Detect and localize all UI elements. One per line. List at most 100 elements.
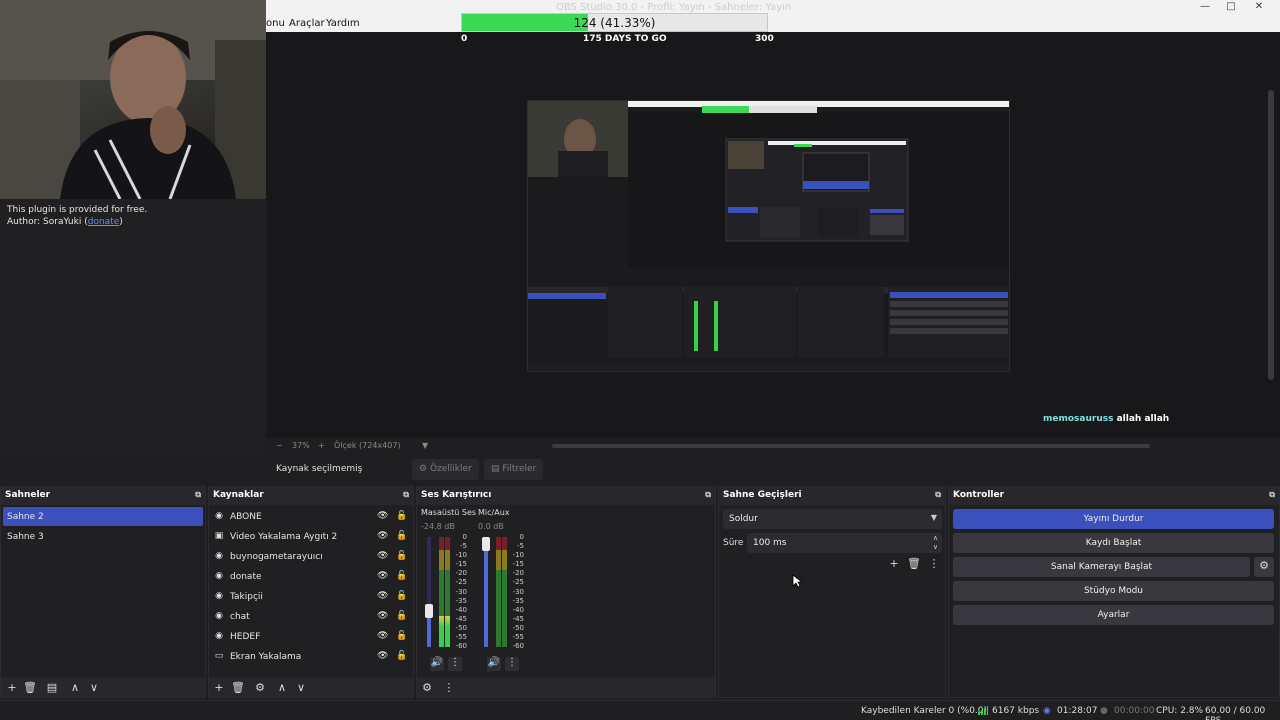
lock-icon[interactable]: 🔓: [396, 531, 407, 541]
undock-icon[interactable]: ⧉: [935, 490, 941, 500]
volume-fader[interactable]: [484, 537, 488, 647]
undock-icon[interactable]: ⧉: [1269, 490, 1275, 500]
donate-link[interactable]: donate: [88, 217, 120, 227]
visibility-eye-icon[interactable]: 👁: [377, 571, 388, 581]
visibility-eye-icon[interactable]: 👁: [377, 611, 388, 621]
source-item[interactable]: ◉ Takipçii 👁 🔓: [209, 587, 415, 607]
scene-item-sahne-3[interactable]: Sahne 3: [3, 527, 203, 546]
source-name: Video Yakalama Aygıtı 2: [230, 532, 338, 542]
lock-icon[interactable]: 🔓: [396, 551, 407, 561]
stop-stream-button[interactable]: Yayını Durdur: [953, 509, 1274, 529]
plugin-info-panel: This plugin is provided for free. Author…: [0, 199, 266, 459]
start-virtual-camera-button[interactable]: Sanal Kamerayı Başlat: [953, 557, 1250, 577]
meter-scale-tick: -55: [512, 633, 524, 642]
maximize-button[interactable]: □: [1224, 1, 1238, 12]
undock-icon[interactable]: ⧉: [195, 490, 201, 500]
meter-scale-tick: -20: [455, 569, 467, 578]
undock-icon[interactable]: ⧉: [705, 490, 711, 500]
move-up-icon[interactable]: ∧: [68, 681, 82, 694]
volume-fader[interactable]: [427, 537, 431, 647]
transition-select[interactable]: Soldur ▼: [723, 509, 942, 529]
advanced-audio-icon[interactable]: ⚙: [420, 681, 434, 694]
spin-up-icon[interactable]: ∧: [933, 534, 938, 542]
meter-scale-tick: -25: [512, 578, 524, 587]
lock-icon[interactable]: 🔓: [396, 511, 407, 521]
remove-transition-icon[interactable]: 🗑: [907, 557, 921, 570]
volume-fader-knob[interactable]: [482, 537, 490, 551]
meter-scale-tick: -45: [512, 614, 524, 623]
source-toolbar: Kaynak seçilmemiş ⚙ Özellikler ▤ Filtrel…: [266, 456, 1280, 482]
filters-button[interactable]: ▤ Filtreler: [484, 459, 544, 480]
source-name: chat: [230, 612, 250, 622]
mute-speaker-icon[interactable]: 🔊: [430, 657, 444, 671]
webcam-feed: [0, 0, 266, 199]
volume-fader-knob[interactable]: [425, 604, 433, 619]
scene-filters-icon[interactable]: ▤: [45, 681, 59, 694]
visibility-eye-icon[interactable]: 👁: [377, 591, 388, 601]
plugin-free-text: This plugin is provided for free.: [7, 205, 148, 215]
channel-menu-icon[interactable]: ⋮: [505, 657, 519, 671]
close-button[interactable]: ✕: [1252, 1, 1266, 12]
duration-input[interactable]: 100 ms ∧ ∨: [747, 533, 942, 553]
undock-icon[interactable]: ⧉: [403, 490, 409, 500]
lock-icon[interactable]: 🔓: [396, 651, 407, 661]
goal-progress-bar: 124 (41.33%): [461, 13, 768, 32]
lock-icon[interactable]: 🔓: [396, 591, 407, 601]
add-scene-icon[interactable]: +: [5, 681, 19, 694]
scene-item-sahne-2[interactable]: Sahne 2: [3, 507, 203, 526]
source-item[interactable]: ◉ chat 👁 🔓: [209, 607, 415, 627]
visibility-eye-icon[interactable]: 👁: [377, 631, 388, 641]
studio-mode-button[interactable]: Stüdyo Modu: [953, 581, 1274, 601]
minimize-button[interactable]: —: [1198, 1, 1212, 12]
lock-icon[interactable]: 🔓: [396, 631, 407, 641]
menu-item-view[interactable]: onu: [266, 18, 285, 29]
cpu-usage: CPU: 2.8%: [1156, 706, 1204, 716]
zoom-in-button[interactable]: +: [318, 441, 325, 450]
source-item[interactable]: ▭ Ekran Yakalama 👁 🔓: [209, 647, 415, 667]
meter-scale: 0 -5 -10 -15 -20 -25 -30 -35 -40 -45 -50 -55 -60: [508, 533, 524, 651]
transition-menu-icon[interactable]: ⋮: [927, 557, 941, 570]
settings-button[interactable]: Ayarlar: [953, 605, 1274, 625]
menu-item-tools[interactable]: Araçlar: [289, 18, 325, 29]
visibility-eye-icon[interactable]: 👁: [377, 531, 388, 541]
source-item[interactable]: ▣ Video Yakalama Aygıtı 2 👁 🔓: [209, 527, 415, 547]
monitor-icon: ▭: [214, 651, 224, 661]
camera-icon: ▣: [214, 531, 224, 541]
source-item[interactable]: ◉ ABONE 👁 🔓: [209, 507, 415, 527]
zoom-out-button[interactable]: −: [276, 441, 283, 450]
lock-icon[interactable]: 🔓: [396, 571, 407, 581]
virtual-camera-settings-gear-icon[interactable]: ⚙: [1254, 557, 1274, 577]
move-down-icon[interactable]: ∨: [294, 681, 308, 694]
scenes-dock-title: Sahneler: [5, 490, 51, 500]
move-down-icon[interactable]: ∨: [87, 681, 101, 694]
start-recording-button[interactable]: Kaydı Başlat: [953, 533, 1274, 553]
remove-scene-icon[interactable]: 🗑: [23, 681, 37, 694]
preview-canvas[interactable]: memosauruss allah allah: [266, 32, 1280, 438]
preview-vertical-scrollbar[interactable]: [1268, 90, 1274, 380]
source-item[interactable]: ◉ donate 👁 🔓: [209, 567, 415, 587]
mixer-menu-icon[interactable]: ⋮: [442, 681, 456, 694]
add-source-icon[interactable]: +: [212, 681, 226, 694]
source-item[interactable]: ◉ buynogametarayuıcı 👁 🔓: [209, 547, 415, 567]
meter-scale-tick: -35: [512, 596, 524, 605]
meter-scale-tick: -10: [512, 551, 524, 560]
sources-dock-footer: + 🗑 ⚙ ∧ ∨: [209, 677, 413, 697]
visibility-eye-icon[interactable]: 👁: [377, 511, 388, 521]
audio-level-meter: [496, 537, 507, 647]
source-properties-icon[interactable]: ⚙: [253, 681, 267, 694]
move-up-icon[interactable]: ∧: [275, 681, 289, 694]
visibility-eye-icon[interactable]: 👁: [377, 651, 388, 661]
preview-horizontal-scrollbar[interactable]: [552, 444, 1150, 448]
remove-source-icon[interactable]: 🗑: [231, 681, 245, 694]
properties-button[interactable]: ⚙ Özellikler: [412, 459, 479, 480]
menu-item-help[interactable]: Yardım: [326, 18, 360, 29]
spin-down-icon[interactable]: ∨: [933, 543, 938, 551]
add-transition-icon[interactable]: +: [887, 557, 901, 570]
mute-speaker-icon[interactable]: 🔊: [487, 657, 501, 671]
channel-menu-icon[interactable]: ⋮: [448, 657, 462, 671]
audio-level-meter: [439, 537, 450, 647]
zoom-dropdown-icon[interactable]: ▼: [422, 441, 428, 450]
lock-icon[interactable]: 🔓: [396, 611, 407, 621]
visibility-eye-icon[interactable]: 👁: [377, 551, 388, 561]
source-item[interactable]: ◉ HEDEF 👁 🔓: [209, 627, 415, 647]
